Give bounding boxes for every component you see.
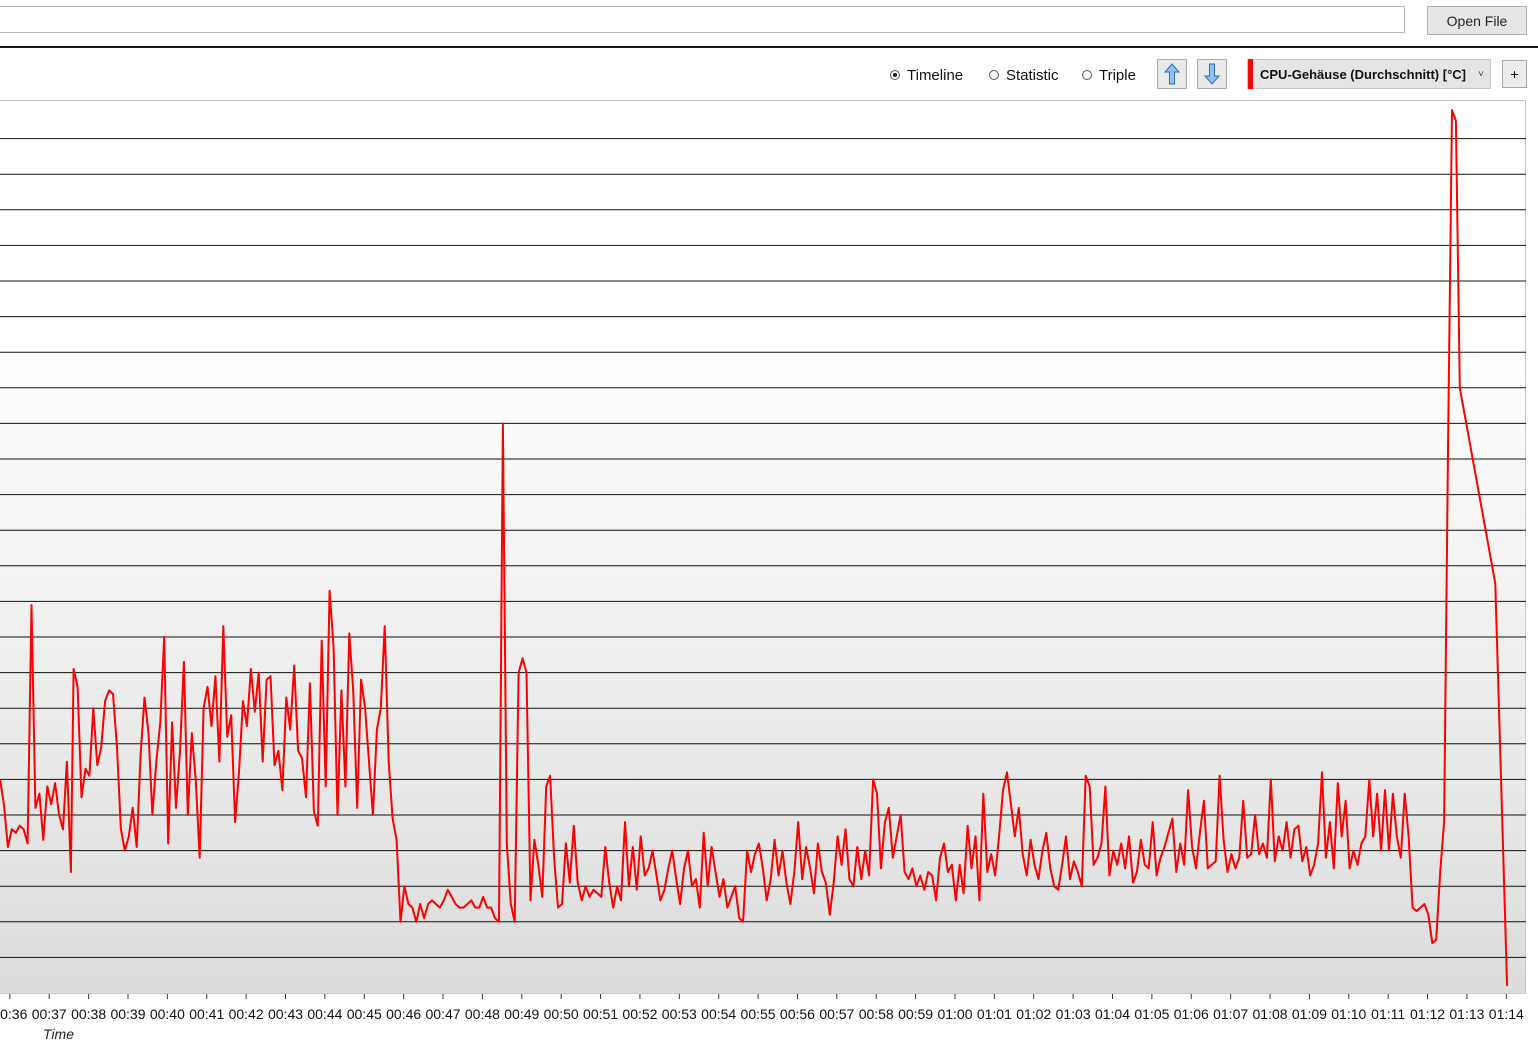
x-tick-label: 01:05 (1134, 1006, 1169, 1022)
chart-svg: 00:3600:3700:3800:39 00:4000:41 00:4200:43… (0, 109, 1526, 1022)
arrow-up-icon (1163, 63, 1181, 85)
radio-checked-icon (890, 70, 900, 80)
file-path-input[interactable] (0, 6, 1405, 33)
x-tick-label: 00:39 (110, 1006, 145, 1022)
x-tick-label: 01:08 (1253, 1006, 1288, 1022)
x-tick-label: 01:10 (1331, 1006, 1366, 1022)
x-tick-label: 01:14 (1489, 1006, 1524, 1022)
x-tick-label: 01:01 (977, 1006, 1012, 1022)
x-tick-label: 00:50 (544, 1006, 579, 1022)
x-tick-label: 00:41 (189, 1006, 224, 1022)
x-tick-label: 01:12 (1410, 1006, 1445, 1022)
x-tick-label: 01:03 (1056, 1006, 1091, 1022)
x-tick-label: 00:45 (347, 1006, 382, 1022)
series-dropdown[interactable]: CPU-Gehäuse (Durchschnitt) [°C] ˅ (1247, 59, 1491, 89)
radio-timeline-label: Timeline (907, 66, 964, 84)
series-dropdown-label: CPU-Gehäuse (Durchschnitt) [°C] (1260, 66, 1466, 82)
move-down-button[interactable] (1197, 59, 1227, 89)
series-color-swatch (1248, 59, 1253, 89)
radio-unchecked-icon (1082, 70, 1092, 80)
x-tick-label: 00:48 (465, 1006, 500, 1022)
x-tick-label: 00:51 (583, 1006, 618, 1022)
x-tick-label: 00:53 (662, 1006, 697, 1022)
grid-lines (0, 138, 1526, 958)
x-tick-label: 00:47 (426, 1006, 461, 1022)
move-up-button[interactable] (1157, 59, 1187, 89)
x-tick-label: 00:59 (898, 1006, 933, 1022)
add-series-button[interactable]: + (1502, 60, 1527, 88)
radio-statistic[interactable]: Statistic (989, 66, 1059, 84)
x-axis-title: Time (43, 1026, 74, 1042)
file-bar: Open File (0, 0, 1538, 48)
x-tick-label: 01:13 (1449, 1006, 1484, 1022)
open-file-button[interactable]: Open File (1427, 6, 1527, 35)
arrow-down-icon (1203, 63, 1221, 85)
radio-triple-label: Triple (1099, 66, 1136, 84)
x-tick-label: 01:11 (1371, 1006, 1405, 1022)
x-axis-ticks: 00:3600:3700:3800:39 00:4000:41 00:4200:43… (0, 994, 1524, 1022)
timeline-chart: 00:3600:3700:3800:39 00:4000:41 00:4200:43… (0, 100, 1538, 1046)
x-tick-label: 00:42 (229, 1006, 264, 1022)
x-tick-label: 01:09 (1292, 1006, 1327, 1022)
x-tick-label: 01:04 (1095, 1006, 1130, 1022)
x-tick-label: 00:55 (741, 1006, 776, 1022)
radio-triple[interactable]: Triple (1082, 66, 1136, 84)
x-tick-label: 00:37 (32, 1006, 67, 1022)
x-tick-label: 01:02 (1016, 1006, 1051, 1022)
x-tick-label: 00:56 (780, 1006, 815, 1022)
radio-statistic-label: Statistic (1006, 66, 1059, 84)
x-tick-label: 00:54 (701, 1006, 736, 1022)
x-tick-label: 01:06 (1174, 1006, 1209, 1022)
chevron-down-icon: ˅ (1478, 68, 1484, 80)
x-tick-label: 00:40 (150, 1006, 185, 1022)
x-tick-label: 00:46 (386, 1006, 421, 1022)
x-tick-label: 00:43 (268, 1006, 303, 1022)
x-tick-label: 00:58 (859, 1006, 894, 1022)
x-tick-label: 00:49 (504, 1006, 539, 1022)
x-tick-label: 00:57 (819, 1006, 854, 1022)
radio-timeline[interactable]: Timeline (890, 66, 963, 84)
chart-toolbar: Timeline Statistic Triple CPU-Gehäuse (D… (0, 48, 1538, 100)
x-tick-label: 00:44 (307, 1006, 342, 1022)
cpu-temp-series-line (0, 109, 1509, 986)
x-tick-label: 00:36 (0, 1006, 28, 1022)
x-tick-label: 01:07 (1213, 1006, 1248, 1022)
x-tick-label: 00:52 (622, 1006, 657, 1022)
x-tick-label: 01:00 (937, 1006, 972, 1022)
radio-unchecked-icon (989, 70, 999, 80)
x-tick-label: 00:38 (71, 1006, 106, 1022)
